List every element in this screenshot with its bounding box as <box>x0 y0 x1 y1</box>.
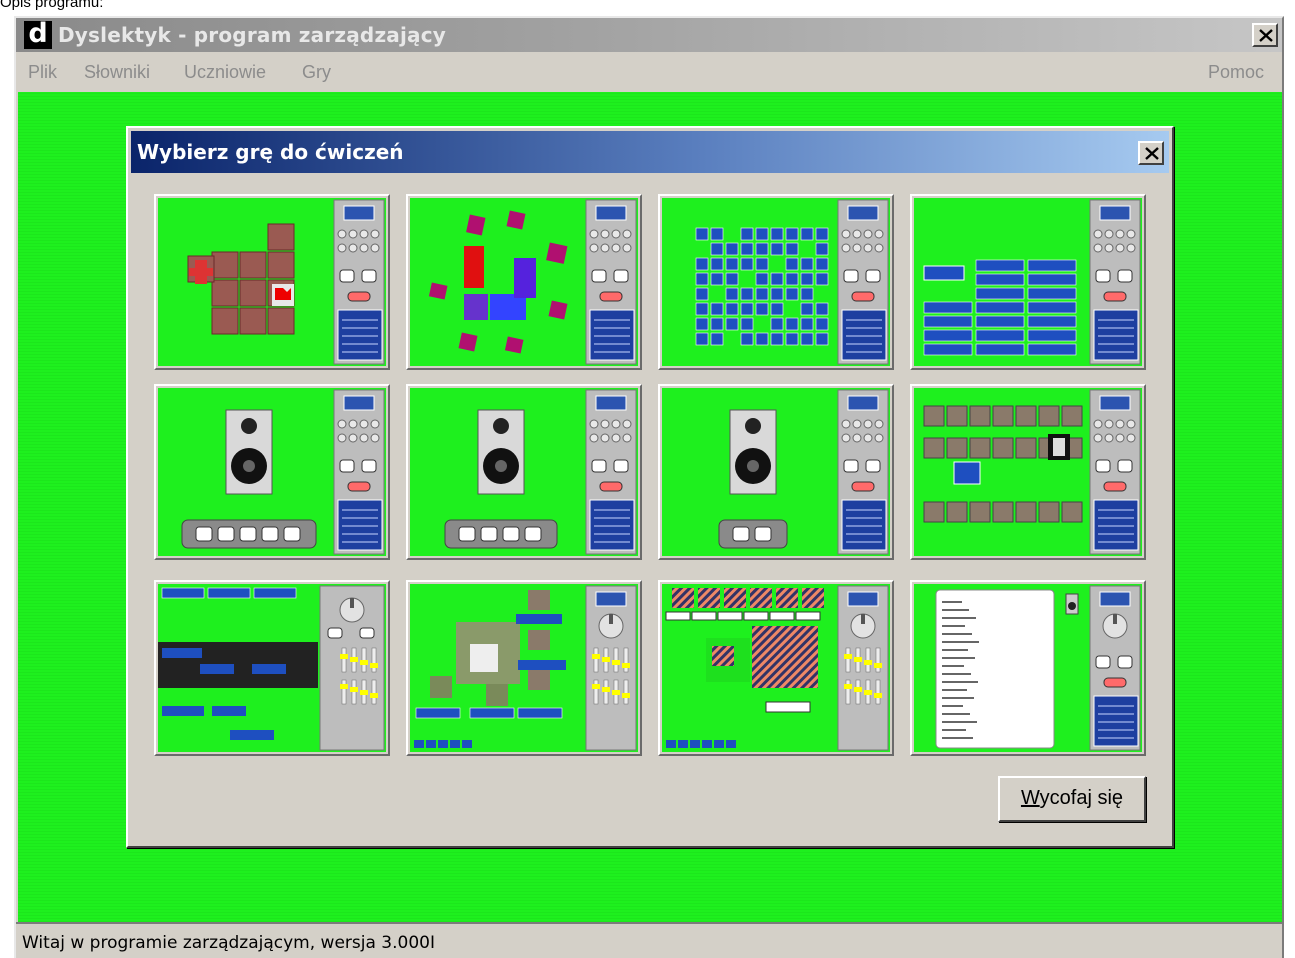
icon-grid-thumbnail <box>662 198 890 366</box>
game-tile-speaker-5-buttons[interactable] <box>154 384 390 560</box>
game-tile-speaker-tiles[interactable] <box>910 384 1146 560</box>
menu-uczniowie[interactable]: Uczniowie <box>184 62 266 83</box>
close-icon <box>1259 29 1273 42</box>
game-tile-word-assembly[interactable] <box>154 580 390 756</box>
statusbar: Witaj w programie zarządzającym, wersja … <box>16 922 1282 958</box>
speaker-tiles-thumbnail <box>914 388 1142 556</box>
game-tile-speaker-4-buttons[interactable] <box>406 384 642 560</box>
game-tile-icon-grid[interactable] <box>658 194 894 370</box>
status-text: Witaj w programie zarządzającym, wersja … <box>22 933 435 953</box>
pattern-match-thumbnail <box>662 584 890 752</box>
memory-tiles-thumbnail <box>158 198 386 366</box>
word-buttons-thumbnail <box>914 198 1142 366</box>
game-tile-shapes-puzzle[interactable] <box>406 194 642 370</box>
menubar: Plik Słowniki Uczniowie Gry Pomoc <box>16 52 1282 92</box>
speaker-thumbnail <box>158 388 386 556</box>
picture-puzzle-thumbnail <box>410 584 638 752</box>
menu-slowniki[interactable]: Słowniki <box>84 62 150 83</box>
game-tile-speaker-2-buttons[interactable] <box>658 384 894 560</box>
speaker-thumbnail <box>410 388 638 556</box>
dialog-title: Wybierz grę do ćwiczeń <box>137 140 404 164</box>
withdraw-button[interactable]: Wycofaj się <box>998 776 1146 822</box>
app-title: Dyslektyk - program zarządzający <box>58 23 447 47</box>
dialog-titlebar[interactable]: Wybierz grę do ćwiczeń <box>131 131 1169 173</box>
close-icon <box>1145 147 1159 160</box>
game-tile-pattern-match[interactable] <box>658 580 894 756</box>
app-titlebar[interactable]: d Dyslektyk - program zarządzający <box>16 18 1282 52</box>
game-tile-memory-tiles[interactable] <box>154 194 390 370</box>
game-selection-dialog: Wybierz grę do ćwiczeń Wycofaj się <box>126 126 1174 848</box>
game-tile-picture-puzzle[interactable] <box>406 580 642 756</box>
app-logo: d <box>24 20 52 49</box>
word-list-thumbnail <box>914 584 1142 752</box>
speaker-thumbnail <box>662 388 890 556</box>
word-assembly-thumbnail <box>158 584 386 752</box>
game-tile-word-list[interactable] <box>910 580 1146 756</box>
game-tile-word-buttons[interactable] <box>910 194 1146 370</box>
app-close-button[interactable] <box>1252 23 1278 47</box>
page-caption: Opis programu: <box>0 0 104 11</box>
shapes-puzzle-thumbnail <box>410 198 638 366</box>
menu-gry[interactable]: Gry <box>302 62 331 83</box>
menu-pomoc[interactable]: Pomoc <box>1208 62 1264 83</box>
menu-plik[interactable]: Plik <box>28 62 57 83</box>
dialog-close-button[interactable] <box>1138 141 1164 165</box>
